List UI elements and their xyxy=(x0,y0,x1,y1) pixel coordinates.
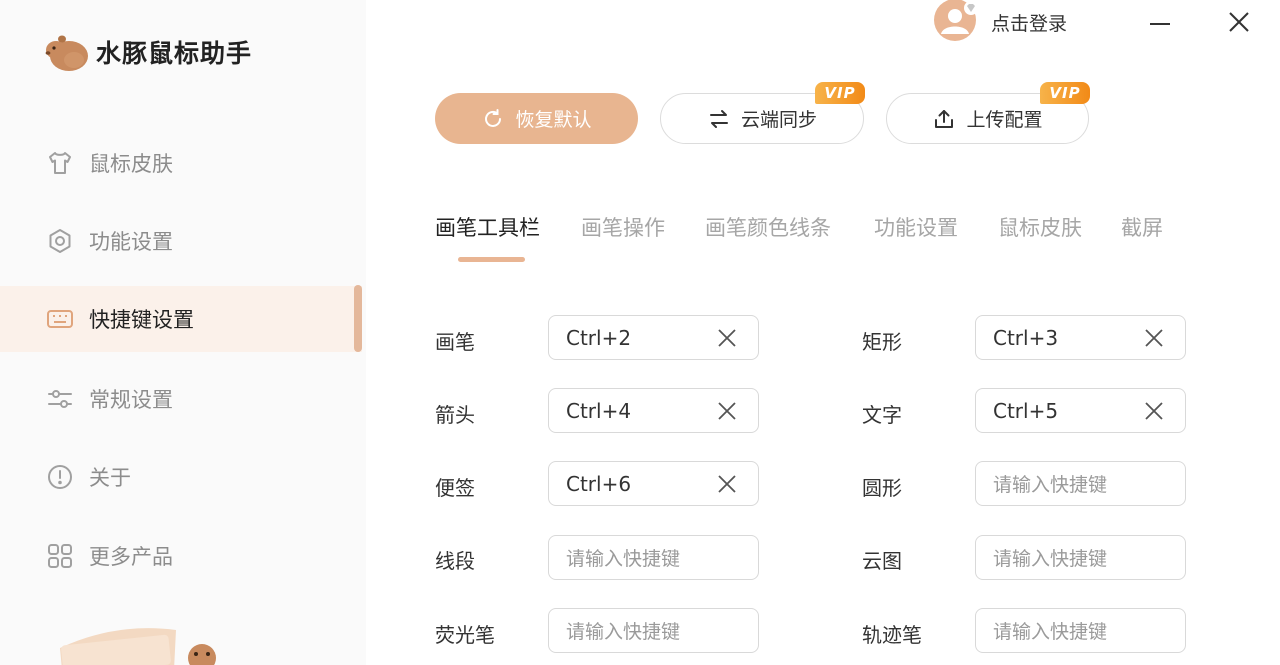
sidebar-item-label: 常规设置 xyxy=(89,388,173,412)
tab-mouse-skin[interactable]: 鼠标皮肤 xyxy=(998,212,1082,242)
tab-screenshot[interactable]: 截屏 xyxy=(1121,212,1163,242)
shortcut-label-highlighter: 荧光笔 xyxy=(435,623,495,647)
shortcut-field-cloud-shape[interactable]: 请输入快捷键 xyxy=(975,535,1186,580)
shortcut-value: Ctrl+6 xyxy=(566,471,632,496)
clear-shortcut-button[interactable] xyxy=(1143,327,1165,349)
sidebar-item-shortcut-settings[interactable]: 快捷键设置 xyxy=(0,286,362,352)
cloud-sync-label: 云端同步 xyxy=(740,109,817,131)
sidebar-item-label: 更多产品 xyxy=(89,545,173,569)
shortcut-placeholder: 请输入快捷键 xyxy=(566,621,681,643)
minimize-button[interactable] xyxy=(1144,6,1176,38)
shortcut-label-circle: 圆形 xyxy=(862,476,902,500)
sidebar-item-function-settings[interactable]: 功能设置 xyxy=(0,208,362,274)
active-tab-underline xyxy=(458,257,525,262)
shortcut-field-line[interactable]: 请输入快捷键 xyxy=(548,535,759,580)
sidebar: 水豚鼠标助手 鼠标皮肤 功能设置 快捷键设置 常规设置 关于 更多产品 xyxy=(0,0,366,665)
cloud-sync-button[interactable]: 云端同步 VIP xyxy=(660,82,865,144)
sidebar-item-more-products[interactable]: 更多产品 xyxy=(0,523,362,589)
shortcut-label-sticky-note: 便签 xyxy=(435,476,475,500)
shortcut-placeholder: 请输入快捷键 xyxy=(993,548,1108,570)
refresh-icon xyxy=(481,107,505,131)
shortcut-value: Ctrl+3 xyxy=(993,325,1059,350)
grid-icon xyxy=(46,542,74,570)
sidebar-item-mouse-skin[interactable]: 鼠标皮肤 xyxy=(0,130,362,196)
shortcut-label-trail-pen: 轨迹笔 xyxy=(862,623,922,647)
close-button[interactable] xyxy=(1223,6,1255,38)
minimize-icon xyxy=(1150,23,1170,25)
sidebar-item-about[interactable]: 关于 xyxy=(0,444,362,510)
shortcut-field-rectangle[interactable]: Ctrl+3 xyxy=(975,315,1186,360)
shortcut-field-circle[interactable]: 请输入快捷键 xyxy=(975,461,1186,506)
active-indicator xyxy=(354,285,362,352)
shortcut-placeholder: 请输入快捷键 xyxy=(566,548,681,570)
tab-brush-operations[interactable]: 画笔操作 xyxy=(581,212,665,242)
restore-default-label: 恢复默认 xyxy=(515,109,592,131)
shortcut-label-brush: 画笔 xyxy=(435,330,475,354)
app-logo: 水豚鼠标助手 xyxy=(44,30,252,74)
shortcut-label-rectangle: 矩形 xyxy=(862,330,902,354)
sidebar-item-label: 快捷键设置 xyxy=(89,308,194,332)
close-icon xyxy=(1229,12,1249,32)
shortcut-field-trail-pen[interactable]: 请输入快捷键 xyxy=(975,608,1186,653)
shortcut-label-cloud-shape: 云图 xyxy=(862,549,902,573)
sliders-icon xyxy=(46,385,74,413)
app-title: 水豚鼠标助手 xyxy=(96,39,253,68)
tab-function-settings[interactable]: 功能设置 xyxy=(874,212,958,242)
shortcut-value: Ctrl+4 xyxy=(566,398,632,423)
sidebar-item-label: 关于 xyxy=(89,466,131,490)
close-icon xyxy=(1145,402,1163,420)
close-icon xyxy=(718,402,736,420)
tab-brush-toolbar[interactable]: 画笔工具栏 xyxy=(435,212,540,242)
close-icon xyxy=(1145,329,1163,347)
shortcut-field-brush[interactable]: Ctrl+2 xyxy=(548,315,759,360)
shortcut-field-sticky-note[interactable]: Ctrl+6 xyxy=(548,461,759,506)
close-icon xyxy=(718,475,736,493)
keyboard-icon xyxy=(46,305,74,333)
shortcut-placeholder: 请输入快捷键 xyxy=(993,621,1108,643)
hexagon-settings-icon xyxy=(46,227,74,255)
shortcut-value: Ctrl+5 xyxy=(993,398,1059,423)
clear-shortcut-button[interactable] xyxy=(716,400,738,422)
shortcut-placeholder: 请输入快捷键 xyxy=(993,474,1108,496)
upload-config-button[interactable]: 上传配置 VIP xyxy=(886,82,1090,144)
shortcut-value: Ctrl+2 xyxy=(566,325,632,350)
sidebar-item-label: 鼠标皮肤 xyxy=(89,152,173,176)
vip-badge: VIP xyxy=(1040,82,1090,104)
close-icon xyxy=(718,329,736,347)
app-window: 水豚鼠标助手 鼠标皮肤 功能设置 快捷键设置 常规设置 关于 更多产品 点击登录… xyxy=(0,0,1280,665)
sidebar-item-general-settings[interactable]: 常规设置 xyxy=(0,366,362,432)
info-icon xyxy=(46,463,74,491)
shortcut-label-text: 文字 xyxy=(862,403,902,427)
login-link[interactable]: 点击登录 xyxy=(991,9,1067,36)
clear-shortcut-button[interactable] xyxy=(716,473,738,495)
restore-default-button[interactable]: 恢复默认 xyxy=(435,93,638,144)
shortcut-field-text[interactable]: Ctrl+5 xyxy=(975,388,1186,433)
clear-shortcut-button[interactable] xyxy=(716,327,738,349)
shortcut-field-highlighter[interactable]: 请输入快捷键 xyxy=(548,608,759,653)
tab-brush-color-lines[interactable]: 画笔颜色线条 xyxy=(705,212,831,242)
avatar[interactable] xyxy=(933,0,979,44)
shortcut-field-arrow[interactable]: Ctrl+4 xyxy=(548,388,759,433)
tshirt-icon xyxy=(46,149,74,177)
vip-badge: VIP xyxy=(815,82,865,104)
promo-banner-image[interactable] xyxy=(56,620,236,665)
upload-config-label: 上传配置 xyxy=(966,109,1043,131)
shortcut-label-arrow: 箭头 xyxy=(435,403,475,427)
upload-icon xyxy=(932,107,956,131)
clear-shortcut-button[interactable] xyxy=(1143,400,1165,422)
sidebar-item-label: 功能设置 xyxy=(89,230,173,254)
swap-arrows-icon xyxy=(707,107,731,131)
shortcut-label-line: 线段 xyxy=(435,549,475,573)
capybara-logo-icon xyxy=(44,30,90,74)
